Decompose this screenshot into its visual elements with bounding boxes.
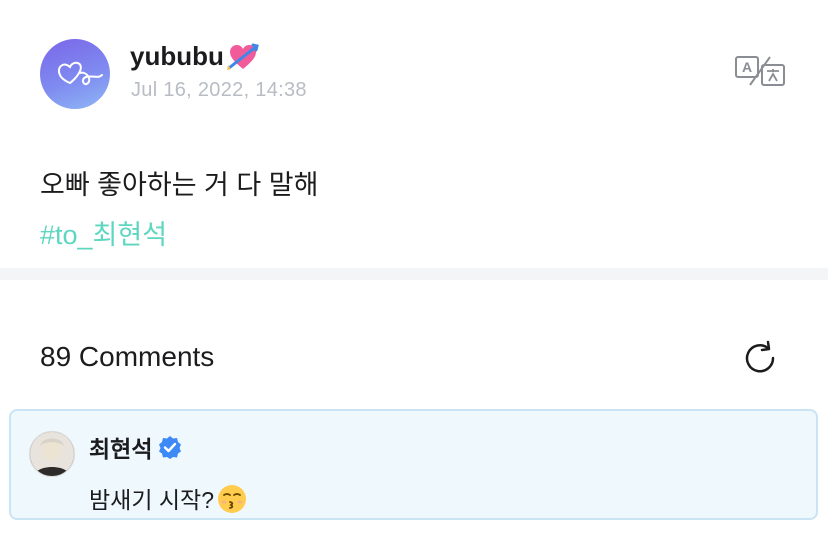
comment-body: 밤새기 시작? [89, 481, 248, 515]
comments-count-heading: 89 Comments [40, 341, 215, 372]
highlighted-comment[interactable]: 최현석 밤새기 시작? [9, 409, 818, 520]
kissing-face-emoji-icon [216, 482, 248, 514]
refresh-icon [745, 340, 775, 373]
translate-button[interactable]: A [734, 53, 786, 89]
svg-text:A: A [742, 59, 752, 75]
post-body-text: 오빠 좋아하는 거 다 말해 [40, 170, 319, 200]
comment-body-text: 밤새기 시작? [89, 487, 214, 513]
post-author-name[interactable]: yububu [130, 41, 224, 72]
comment-author-name[interactable]: 최현석 [89, 430, 152, 464]
comment-author[interactable]: 최현석 [89, 430, 182, 464]
post-hashtag-link[interactable]: #to_최현석 [40, 213, 167, 252]
avatar-heart-scribble-icon [58, 61, 103, 86]
author-avatar[interactable] [40, 39, 110, 109]
comment-author-avatar[interactable] [29, 431, 75, 477]
refresh-comments-button[interactable] [740, 338, 780, 378]
heart-with-arrow-icon [226, 42, 260, 72]
post-author[interactable]: yububu [130, 41, 260, 72]
section-divider [0, 268, 828, 280]
translate-icon: A [735, 56, 785, 86]
verified-badge-icon [158, 435, 182, 459]
profile-photo-icon [30, 432, 74, 476]
post-header: yububu Jul 16, 2022, 14:38 A [40, 39, 800, 109]
post-timestamp: Jul 16, 2022, 14:38 [131, 79, 307, 101]
